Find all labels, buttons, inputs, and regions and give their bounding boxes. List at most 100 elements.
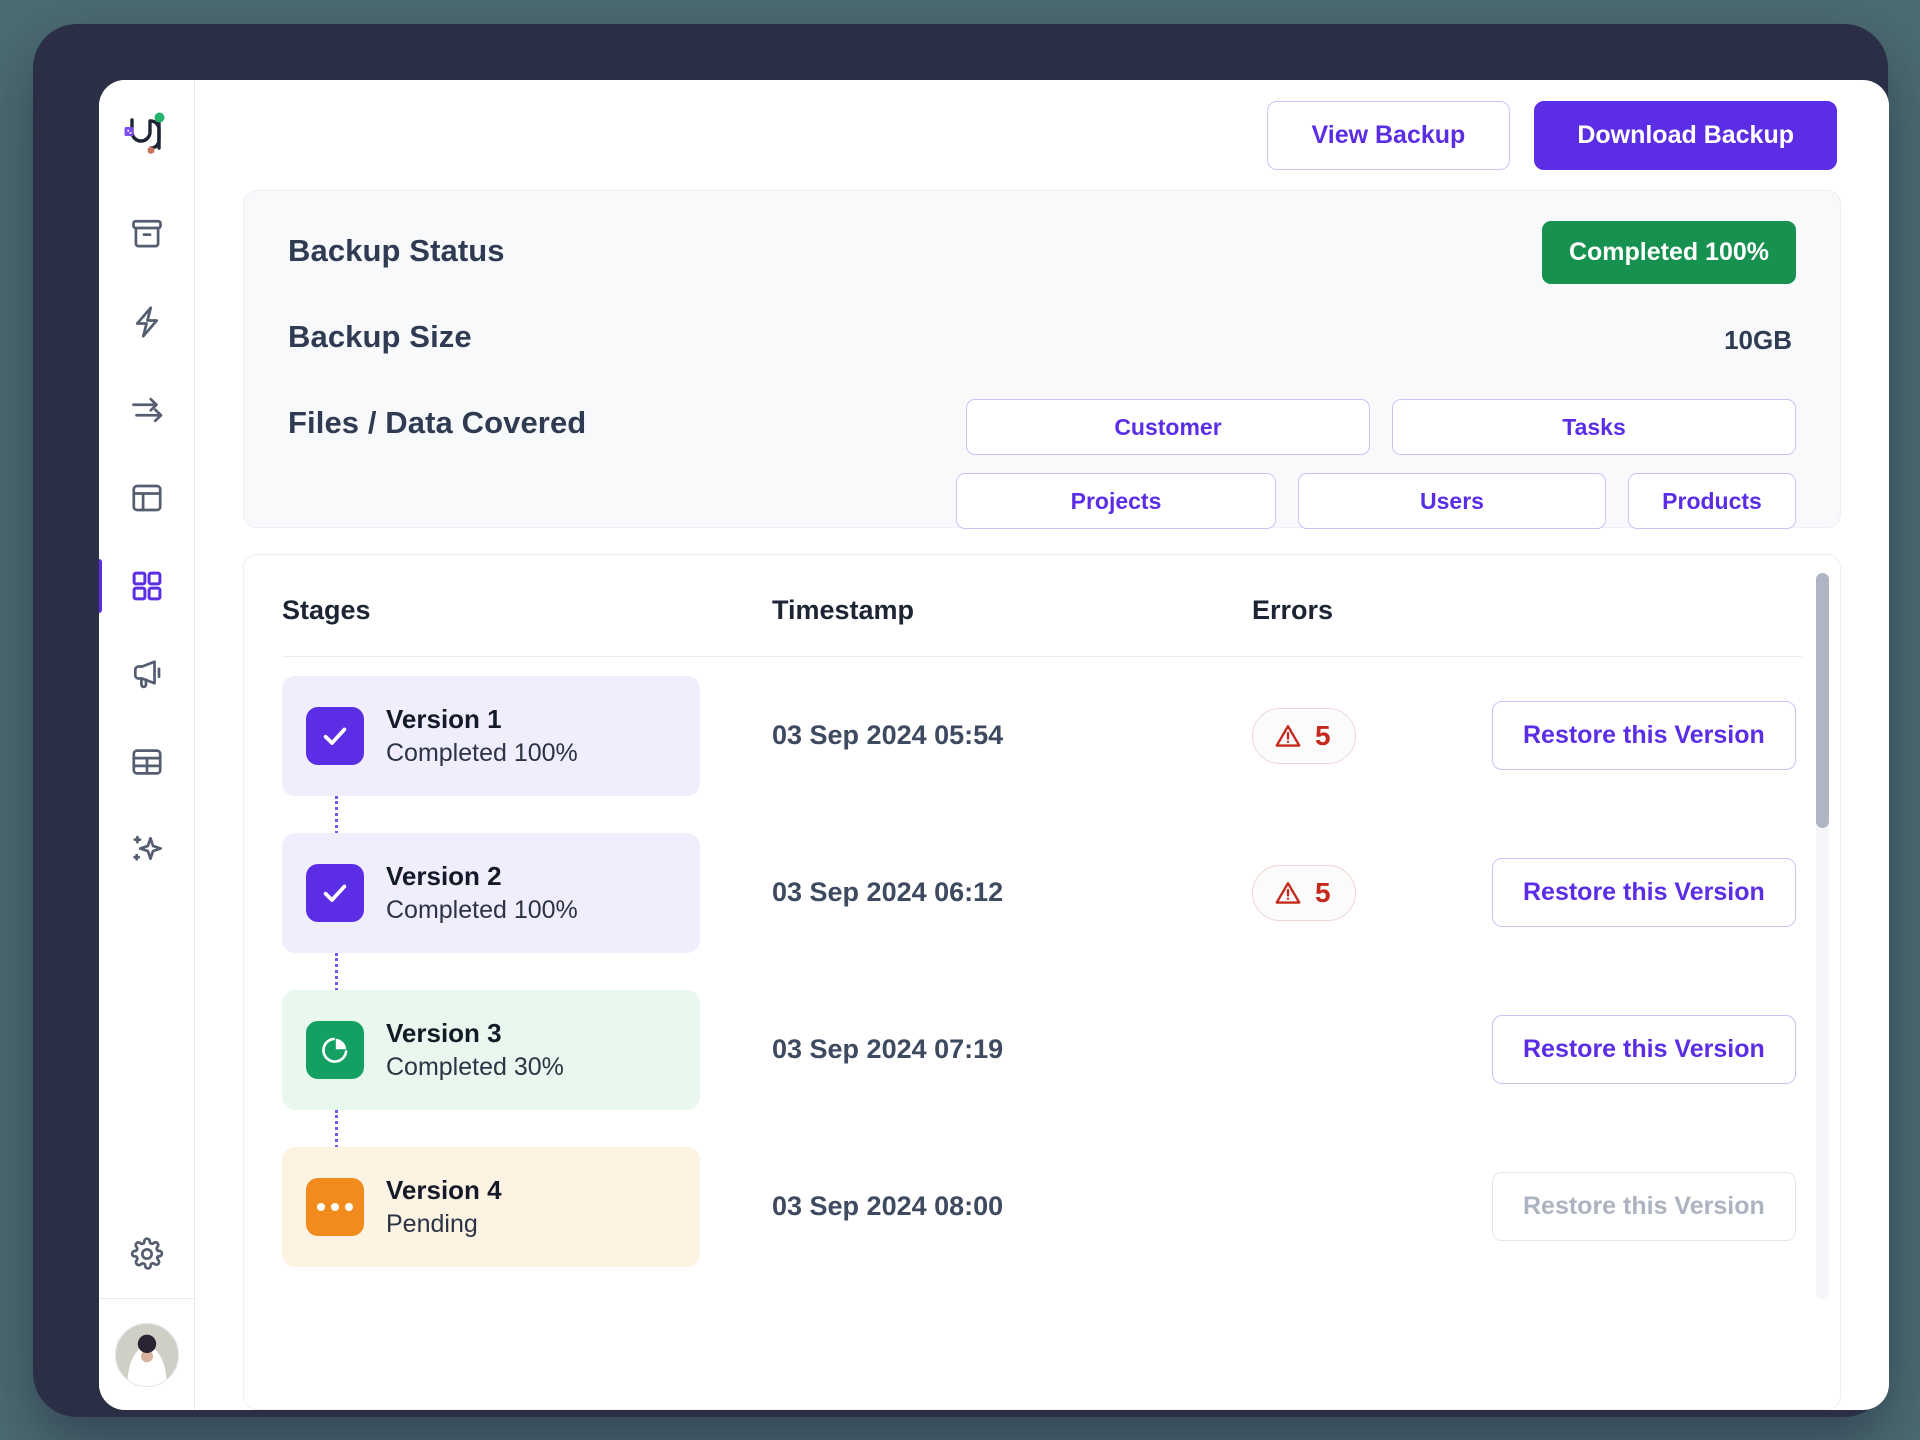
errors-cell: 5	[1252, 864, 1492, 921]
sidebar	[99, 80, 195, 1410]
transfer-icon	[131, 397, 162, 423]
ellipsis-icon	[306, 1177, 364, 1236]
files-covered-label: Files / Data Covered	[288, 405, 587, 440]
stage-version-label: Version 4	[386, 1174, 502, 1205]
tag-tasks[interactable]: Tasks	[1392, 399, 1796, 455]
restore-version-button[interactable]: Restore this Version	[1492, 1015, 1796, 1084]
sparkles-icon	[132, 835, 162, 861]
stage-chip-version-4[interactable]: Version 4 Pending	[282, 1146, 700, 1267]
tag-customer[interactable]: Customer	[966, 399, 1370, 455]
timestamp-cell: 03 Sep 2024 05:54	[772, 720, 1004, 750]
pie-chart-icon	[306, 1020, 364, 1079]
stage-texts: Version 4 Pending	[386, 1175, 502, 1239]
stage-status-label: Completed 30%	[386, 1052, 564, 1081]
warning-triangle-icon	[1275, 724, 1301, 747]
status-badge: Completed 100%	[1541, 221, 1796, 284]
gear-icon	[130, 1237, 163, 1270]
grid-icon	[132, 571, 161, 601]
error-count: 5	[1315, 876, 1331, 908]
sidebar-item-settings[interactable]	[99, 1210, 194, 1298]
topbar: View Backup Download Backup	[243, 80, 1841, 190]
view-backup-button[interactable]: View Backup	[1266, 100, 1511, 170]
user-avatar[interactable]	[99, 1298, 194, 1410]
table-row: Version 2 Completed 100% 03 Sep 2024 06:…	[282, 814, 1802, 991]
table-scrollbar[interactable]	[1816, 573, 1829, 1299]
action-cell: Restore this Version	[1492, 1015, 1802, 1084]
action-cell: Restore this Version	[1492, 1172, 1802, 1241]
brand-logo-icon	[124, 112, 164, 155]
stage-chip-version-1[interactable]: Version 1 Completed 100%	[282, 675, 700, 796]
avatar-image	[114, 1322, 179, 1387]
stage-chip-version-2[interactable]: Version 2 Completed 100%	[282, 832, 700, 953]
action-cell: Restore this Version	[1492, 858, 1802, 927]
tag-products[interactable]: Products	[1628, 473, 1796, 529]
check-icon	[306, 706, 364, 765]
sidebar-item-layout[interactable]	[99, 454, 194, 542]
backup-summary-card: Backup Status Completed 100% Backup Size…	[243, 190, 1841, 529]
table-row: Version 4 Pending 03 Sep 2024 08:00 Rest…	[282, 1128, 1802, 1285]
sidebar-item-transfer[interactable]	[99, 366, 194, 454]
stage-chip-version-3[interactable]: Version 3 Completed 30%	[282, 989, 700, 1110]
stage-status-label: Completed 100%	[386, 738, 578, 767]
backup-size-row: Backup Size 10GB	[288, 319, 1796, 405]
device-frame: View Backup Download Backup Backup Statu…	[33, 24, 1889, 1417]
table-row: Version 1 Completed 100% 03 Sep 2024 05:…	[282, 657, 1802, 834]
restore-version-button[interactable]: Restore this Version	[1492, 701, 1796, 770]
sidebar-bottom	[99, 1210, 194, 1410]
sidebar-item-archive[interactable]	[99, 190, 194, 278]
error-badge: 5	[1252, 864, 1356, 921]
sidebar-item-tables[interactable]	[99, 718, 194, 806]
timestamp-cell: 03 Sep 2024 07:19	[772, 1034, 1004, 1064]
error-count: 5	[1315, 719, 1331, 751]
main-content: View Backup Download Backup Backup Statu…	[195, 80, 1889, 1410]
backup-size-right: 10GB	[1724, 319, 1796, 356]
table-header-row: Stages Timestamp Errors	[282, 595, 1802, 657]
column-header-timestamp: Timestamp	[772, 595, 915, 625]
sidebar-item-announcements[interactable]	[99, 630, 194, 718]
stage-version-label: Version 1	[386, 703, 502, 734]
check-icon	[306, 863, 364, 922]
stage-cell: Version 2 Completed 100%	[282, 832, 772, 991]
backup-status-label: Backup Status	[288, 233, 505, 268]
backup-size-value: 10GB	[1724, 325, 1792, 355]
stages-table-card: Stages Timestamp Errors Version 1 Comple…	[243, 554, 1841, 1410]
tag-projects[interactable]: Projects	[956, 473, 1276, 529]
errors-cell: 5	[1252, 707, 1492, 764]
backup-status-right: Completed 100%	[1541, 221, 1796, 284]
brand-logo[interactable]	[99, 80, 194, 190]
timestamp-cell: 03 Sep 2024 06:12	[772, 877, 1004, 907]
stage-version-label: Version 2	[386, 860, 502, 891]
stages-table: Stages Timestamp Errors Version 1 Comple…	[244, 555, 1840, 1409]
covered-tags: Customer Tasks Projects Users Products	[956, 399, 1796, 529]
action-cell: Restore this Version	[1492, 701, 1802, 770]
sidebar-nav	[99, 190, 194, 894]
bolt-icon	[135, 306, 158, 338]
table-body: Version 1 Completed 100% 03 Sep 2024 05:…	[282, 657, 1802, 1285]
stage-texts: Version 3 Completed 30%	[386, 1018, 564, 1082]
stage-cell: Version 3 Completed 30%	[282, 989, 772, 1148]
tag-users[interactable]: Users	[1298, 473, 1606, 529]
error-badge: 5	[1252, 707, 1356, 764]
sidebar-item-dashboard[interactable]	[99, 542, 194, 630]
warning-triangle-icon	[1275, 881, 1301, 904]
restore-version-button: Restore this Version	[1492, 1172, 1796, 1241]
stage-status-label: Completed 100%	[386, 895, 578, 924]
restore-version-button[interactable]: Restore this Version	[1492, 858, 1796, 927]
column-header-stages: Stages	[282, 595, 371, 625]
stage-version-label: Version 3	[386, 1017, 502, 1048]
column-header-errors: Errors	[1252, 595, 1334, 625]
table-icon	[131, 749, 162, 775]
megaphone-icon	[133, 660, 160, 689]
sidebar-item-ai-assist[interactable]	[99, 806, 194, 894]
app-window: View Backup Download Backup Backup Statu…	[99, 80, 1889, 1410]
sidebar-item-automation[interactable]	[99, 278, 194, 366]
download-backup-button[interactable]: Download Backup	[1534, 100, 1837, 170]
stage-cell: Version 4 Pending	[282, 1146, 772, 1267]
scrollbar-thumb[interactable]	[1816, 573, 1829, 828]
stage-texts: Version 2 Completed 100%	[386, 861, 578, 925]
backup-status-row: Backup Status Completed 100%	[288, 221, 1796, 319]
files-covered-row: Files / Data Covered Customer Tasks Proj…	[288, 399, 1796, 529]
stage-texts: Version 1 Completed 100%	[386, 704, 578, 768]
layout-icon	[131, 484, 162, 512]
table-row: Version 3 Completed 30% 03 Sep 2024 07:1…	[282, 971, 1802, 1148]
